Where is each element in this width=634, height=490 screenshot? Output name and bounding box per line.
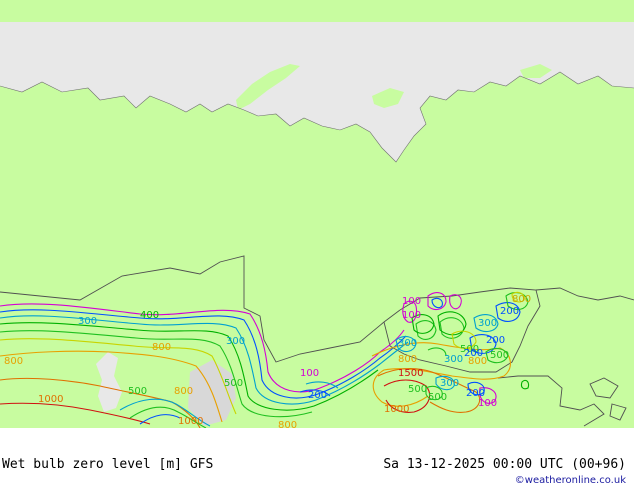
contour-label: 200 [500,306,519,317]
contour-label: 500 [408,384,427,395]
contour-label: 300 [440,378,459,389]
map-title: Wet bulb zero level [m] GFS [2,457,214,472]
contour-label: 100 [300,368,319,379]
contour-label: 500 [128,386,147,397]
contour-label: 800 [512,294,531,305]
contour-label: 800 [4,356,23,367]
contour-label: 1500 [398,368,423,379]
contour-label: 300 [398,338,417,349]
contour-label: 300 [478,318,497,329]
map-canvas: 100 100 100 100 200 200 200 200 300 300 … [0,0,634,428]
contour-label: 500 [428,392,447,403]
contour-label: 500 [224,378,243,389]
contour-label: 800 [152,342,171,353]
weather-map: 100 100 100 100 200 200 200 200 300 300 … [0,0,634,428]
contour-label: 300 [444,354,463,365]
credit-link[interactable]: ©weatheronline.co.uk [515,475,626,486]
contour-label: 500 [490,350,509,361]
contour-label: 300 [226,336,245,347]
contour-label: 100 [478,398,497,409]
contour-label: 800 [174,386,193,397]
contour-label: 400 [140,310,159,321]
contour-label: 800 [398,354,417,365]
valid-time: Sa 13-12-2025 00:00 UTC (00+96) [383,457,626,472]
contour-label: 100 [402,310,421,321]
contour-label: 300 [78,316,97,327]
contour-label: 800 [278,420,297,428]
contour-label: 100 [402,296,421,307]
contour-label: 1000 [38,394,63,405]
contour-label: 200 [486,335,505,346]
contour-label: 1000 [178,416,203,427]
contour-label: 200 [464,348,483,359]
contour-label: 200 [466,388,485,399]
contour-label: 200 [308,390,327,401]
contour-label: 1000 [384,404,409,415]
map-footer: Wet bulb zero level [m] GFS Sa 13-12-202… [0,428,634,490]
